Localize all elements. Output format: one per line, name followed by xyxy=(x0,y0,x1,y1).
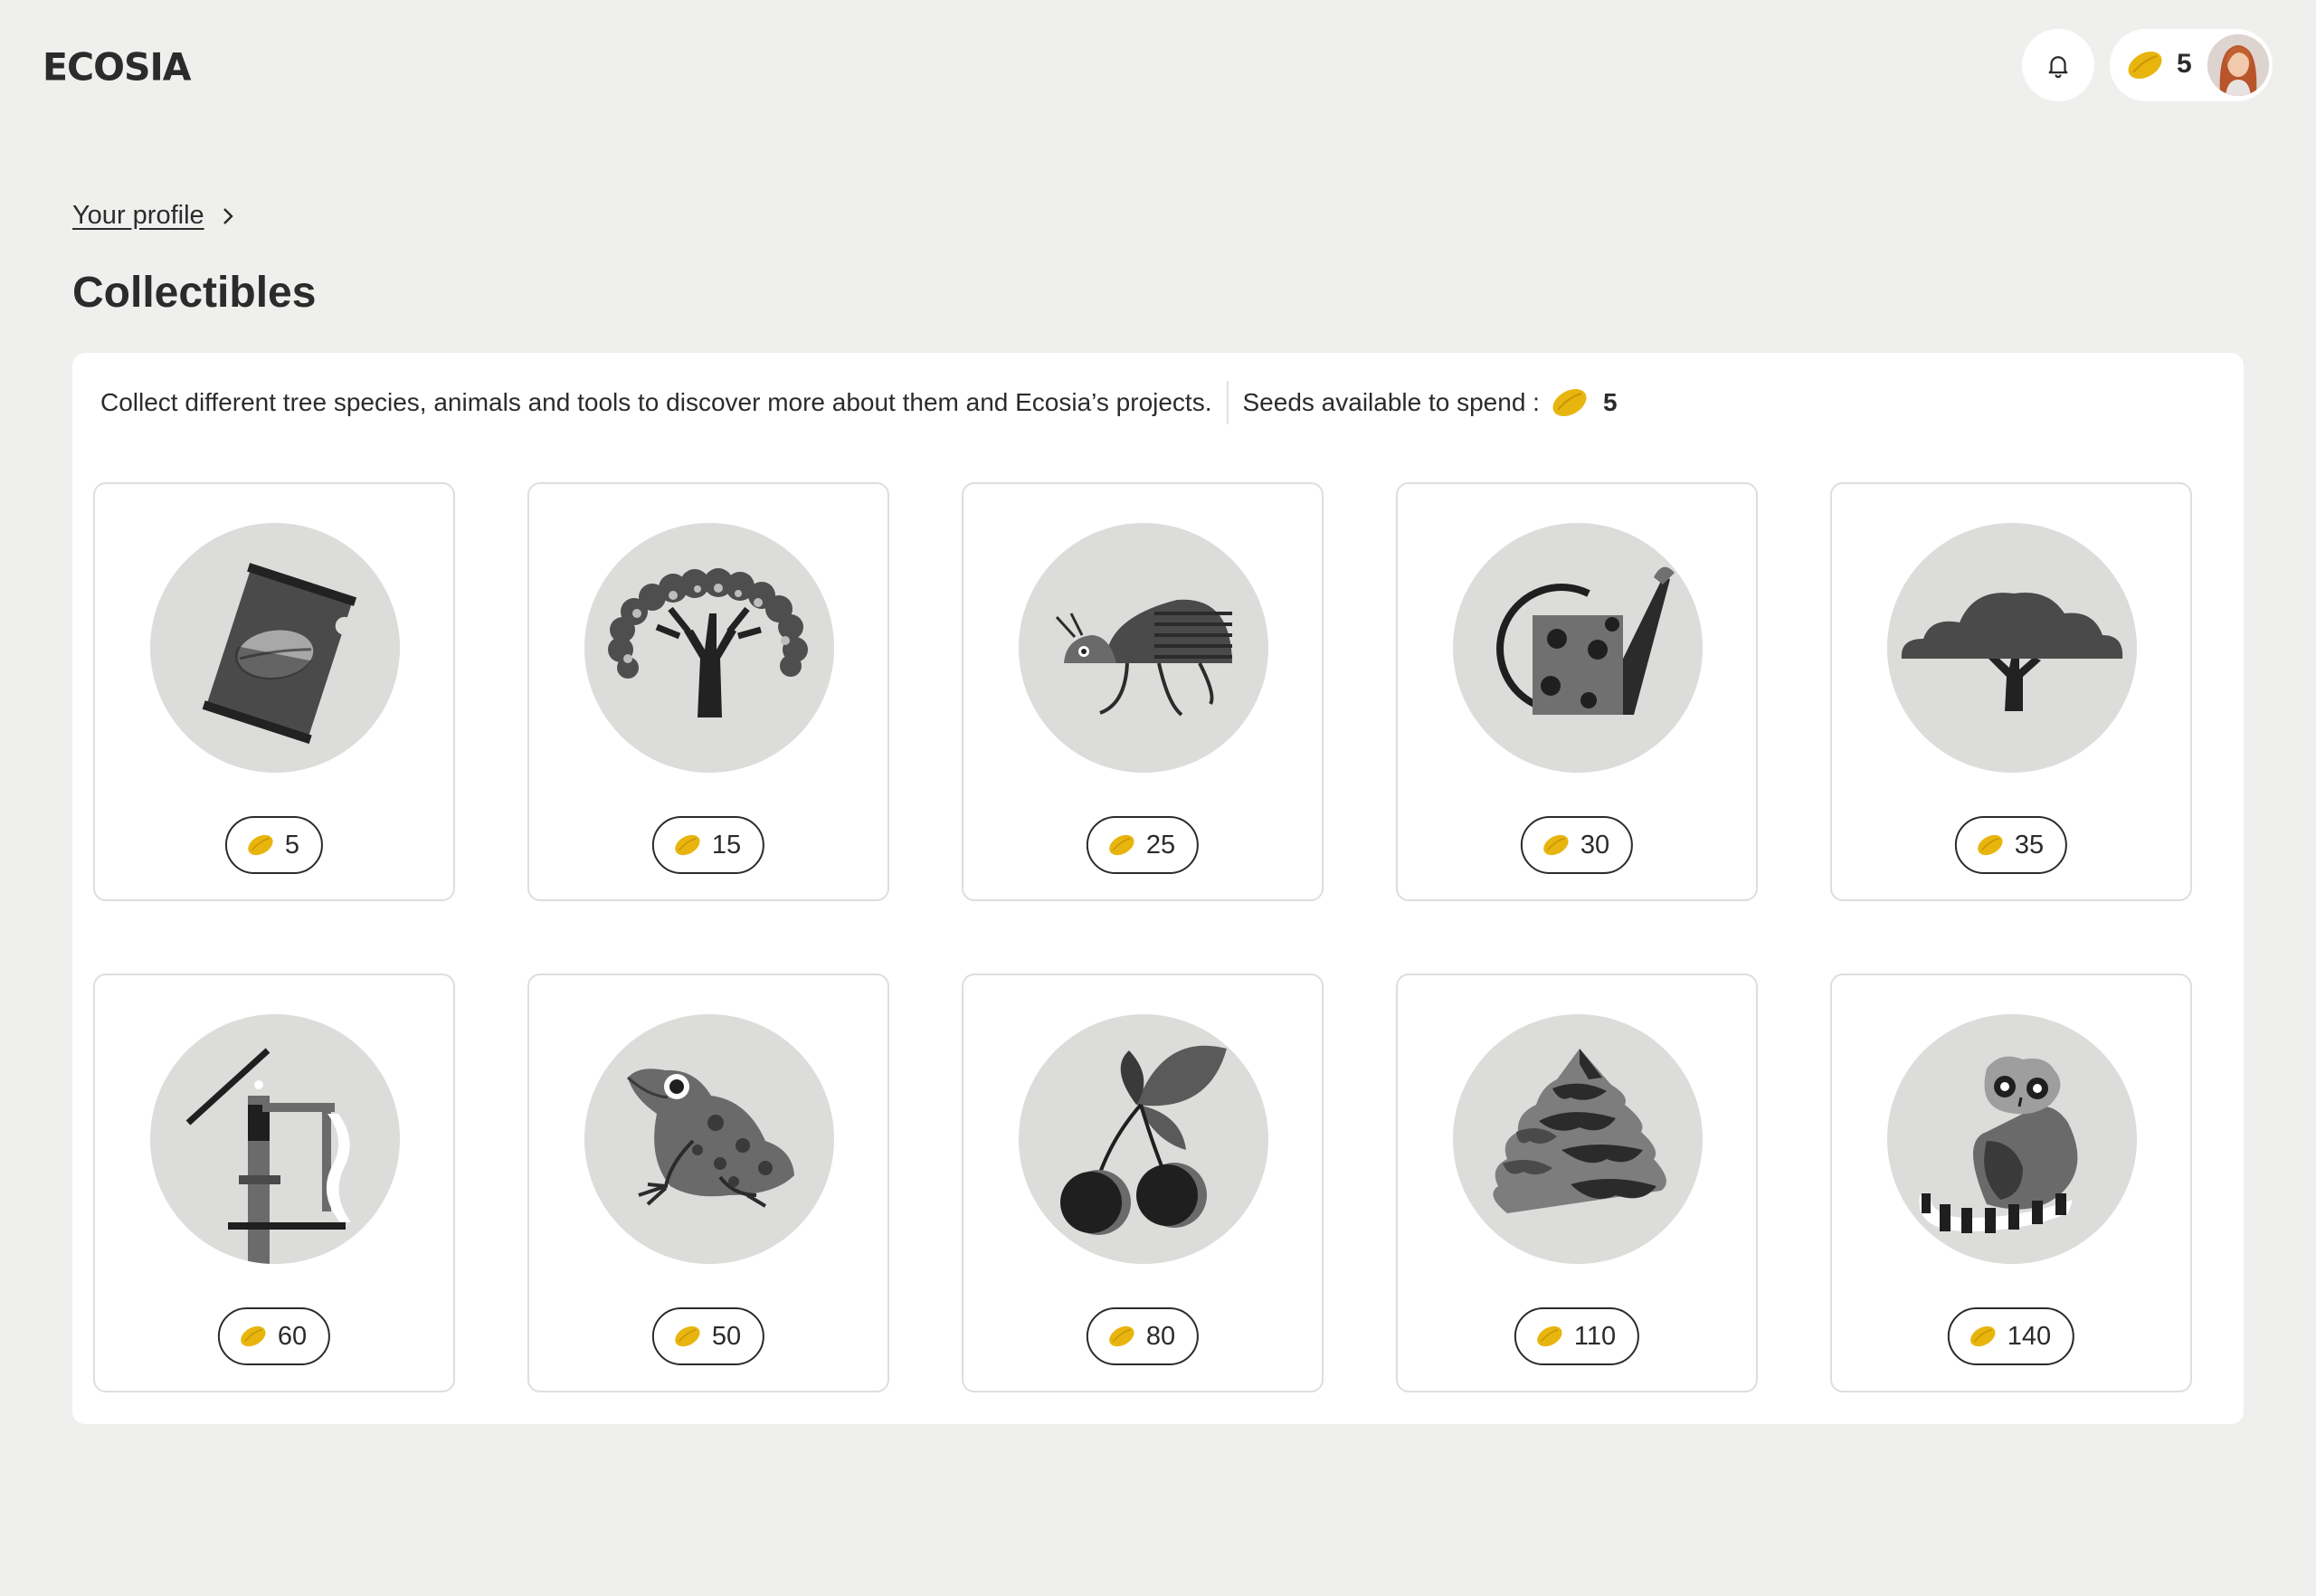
notifications-button[interactable] xyxy=(2022,29,2094,101)
collectible-card[interactable]: 35 xyxy=(1830,482,2192,901)
frog-icon xyxy=(626,1069,794,1208)
collectible-card[interactable]: 80 xyxy=(962,974,1324,1392)
watering-can-icon xyxy=(1496,566,1675,715)
collectibles-panel: Collect different tree species, animals … xyxy=(72,353,2244,1424)
price-badge: 25 xyxy=(1086,816,1200,874)
price-value: 60 xyxy=(277,1321,308,1351)
seed-packet-icon xyxy=(202,563,357,745)
avatar[interactable] xyxy=(2207,34,2269,96)
lemur-icon xyxy=(1919,1056,2078,1233)
collectible-card[interactable]: 30 xyxy=(1396,482,1758,901)
seed-icon xyxy=(675,1325,700,1347)
seed-icon xyxy=(1970,1325,1996,1347)
price-badge: 30 xyxy=(1520,816,1634,874)
price-value: 25 xyxy=(1145,830,1176,860)
price-value: 30 xyxy=(1580,830,1610,860)
price-badge: 140 xyxy=(1947,1307,2075,1365)
cherries-icon xyxy=(1060,1045,1227,1235)
seed-icon xyxy=(1552,388,1587,417)
seed-icon xyxy=(1109,1325,1134,1347)
seed-icon xyxy=(2128,51,2162,80)
price-value: 50 xyxy=(711,1321,742,1351)
collectible-card[interactable]: 140 xyxy=(1830,974,2192,1392)
intro-bar: Collect different tree species, animals … xyxy=(100,380,1618,425)
seeds-available-count: 5 xyxy=(1602,388,1618,416)
price-badge: 60 xyxy=(217,1307,331,1365)
collectibles-grid: 5 15 25 30 35 60 50 80 110 140 xyxy=(93,482,2192,1392)
price-badge: 80 xyxy=(1086,1307,1200,1365)
breadcrumb-your-profile-link[interactable]: Your profile xyxy=(72,201,204,231)
solar-well-icon xyxy=(185,1048,351,1264)
top-bar: ECOSIA 5 xyxy=(0,0,2316,131)
collectible-card[interactable]: 60 xyxy=(93,974,455,1392)
page-title: Collectibles xyxy=(72,269,317,317)
seed-icon xyxy=(1978,834,2003,856)
price-value: 5 xyxy=(284,830,300,860)
bell-icon xyxy=(2048,56,2068,79)
seed-icon xyxy=(675,834,700,856)
ecosia-logo[interactable]: ECOSIA xyxy=(43,45,191,90)
baobab-tree-icon xyxy=(608,568,808,717)
user-menu-button[interactable]: 5 xyxy=(2110,29,2273,101)
seed-icon xyxy=(1537,1325,1562,1347)
seeds-available-label: Seeds available to spend : xyxy=(1242,388,1540,416)
fir-tree-icon xyxy=(1493,1049,1666,1213)
price-value: 110 xyxy=(1573,1321,1617,1351)
price-badge: 110 xyxy=(1514,1307,1640,1365)
divider xyxy=(1226,381,1229,424)
seed-icon xyxy=(248,834,273,856)
price-badge: 35 xyxy=(1954,816,2068,874)
seed-count: 5 xyxy=(2177,49,2192,79)
price-value: 15 xyxy=(711,830,742,860)
price-value: 140 xyxy=(2007,1321,2052,1351)
collectible-card[interactable]: 110 xyxy=(1396,974,1758,1392)
acacia-tree-icon xyxy=(1901,592,2123,711)
collectible-card[interactable]: 5 xyxy=(93,482,455,901)
price-badge: 50 xyxy=(651,1307,765,1365)
collectible-card[interactable]: 15 xyxy=(527,482,889,901)
chevron-right-icon xyxy=(223,207,233,224)
beetle-icon xyxy=(1055,599,1232,717)
price-value: 80 xyxy=(1145,1321,1176,1351)
seed-icon xyxy=(1543,834,1569,856)
price-value: 35 xyxy=(2014,830,2045,860)
seed-icon xyxy=(1109,834,1134,856)
price-badge: 15 xyxy=(651,816,765,874)
intro-description: Collect different tree species, animals … xyxy=(100,388,1212,416)
collectible-card[interactable]: 50 xyxy=(527,974,889,1392)
seed-icon xyxy=(241,1325,266,1347)
collectible-card[interactable]: 25 xyxy=(962,482,1324,901)
breadcrumb: Your profile xyxy=(72,201,235,231)
price-badge: 5 xyxy=(224,816,324,874)
